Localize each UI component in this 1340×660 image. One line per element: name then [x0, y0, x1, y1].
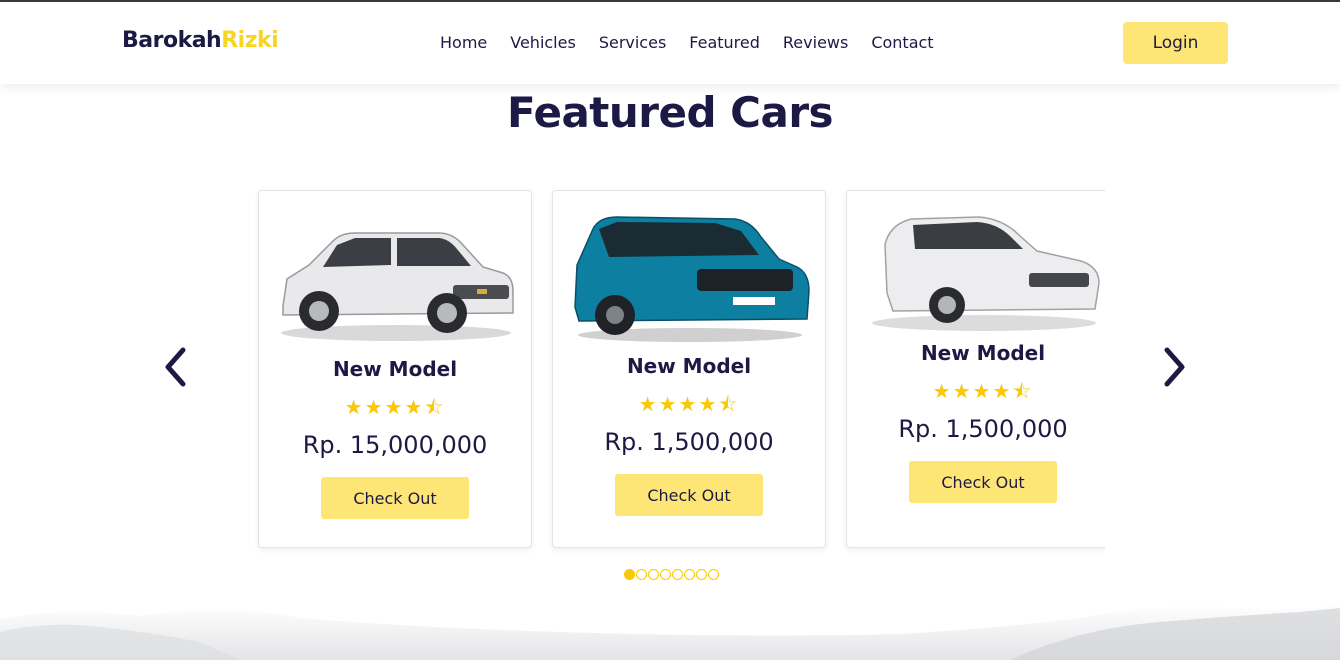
- login-button[interactable]: Login: [1123, 22, 1228, 64]
- car-name: New Model: [920, 341, 1046, 365]
- carousel-viewport: New Model ★★★★⯪ Rp. 15,000,000 Check Out…: [255, 186, 1105, 556]
- carousel-dot[interactable]: [648, 569, 659, 580]
- check-out-button[interactable]: Check Out: [615, 474, 763, 516]
- carousel-next-button[interactable]: [1159, 345, 1189, 389]
- car-price: Rp. 1,500,000: [898, 415, 1068, 443]
- rating-stars: ★★★★⯪: [638, 392, 740, 416]
- car-price: Rp. 1,500,000: [604, 428, 774, 456]
- carousel-dot[interactable]: [636, 569, 647, 580]
- white-suv-image: [281, 232, 514, 341]
- carousel-dot[interactable]: [696, 569, 707, 580]
- main-nav: Home Vehicles Services Featured Reviews …: [440, 33, 934, 52]
- nav-services[interactable]: Services: [599, 33, 666, 52]
- section-title: Featured Cars: [0, 88, 1340, 137]
- car-card: New Model ★★★★⯪ Rp. 1,500,000 Check Out: [846, 190, 1105, 548]
- site-header: BarokahRizki Home Vehicles Services Feat…: [0, 2, 1340, 84]
- nav-featured[interactable]: Featured: [689, 33, 760, 52]
- carousel-dot[interactable]: [624, 569, 635, 580]
- brand-name-part1: Barokah: [122, 28, 222, 53]
- nav-reviews[interactable]: Reviews: [783, 33, 848, 52]
- car-price: Rp. 15,000,000: [302, 431, 488, 459]
- check-out-button[interactable]: Check Out: [321, 477, 469, 519]
- car-name: New Model: [332, 357, 458, 381]
- brand-name-part2: Rizki: [221, 28, 279, 53]
- car-card: New Model ★★★★⯪ Rp. 15,000,000 Check Out: [258, 190, 532, 548]
- carousel-dot[interactable]: [708, 569, 719, 580]
- carousel-dot[interactable]: [672, 569, 683, 580]
- white-sedan-image: [872, 216, 1100, 331]
- carousel-prev-button[interactable]: [161, 345, 191, 389]
- section-title-highlight: Featured: [506, 88, 717, 137]
- mountain-background-image: [0, 604, 1340, 660]
- chevron-right-icon: [1164, 347, 1185, 387]
- rating-stars: ★★★★⯪: [344, 395, 446, 419]
- chevron-left-icon: [165, 347, 186, 387]
- carousel-pagination: [624, 569, 719, 580]
- blue-suv-image: [574, 216, 810, 342]
- brand-logo[interactable]: BarokahRizki: [122, 28, 279, 53]
- carousel-dot[interactable]: [660, 569, 671, 580]
- check-out-button[interactable]: Check Out: [909, 461, 1057, 503]
- car-card: New Model ★★★★⯪ Rp. 1,500,000 Check Out: [552, 190, 826, 548]
- nav-contact[interactable]: Contact: [871, 33, 933, 52]
- nav-vehicles[interactable]: Vehicles: [510, 33, 576, 52]
- car-name: New Model: [626, 354, 752, 378]
- section-title-rest: Cars: [716, 88, 834, 137]
- carousel-dot[interactable]: [684, 569, 695, 580]
- nav-home[interactable]: Home: [440, 33, 487, 52]
- rating-stars: ★★★★⯪: [932, 379, 1034, 403]
